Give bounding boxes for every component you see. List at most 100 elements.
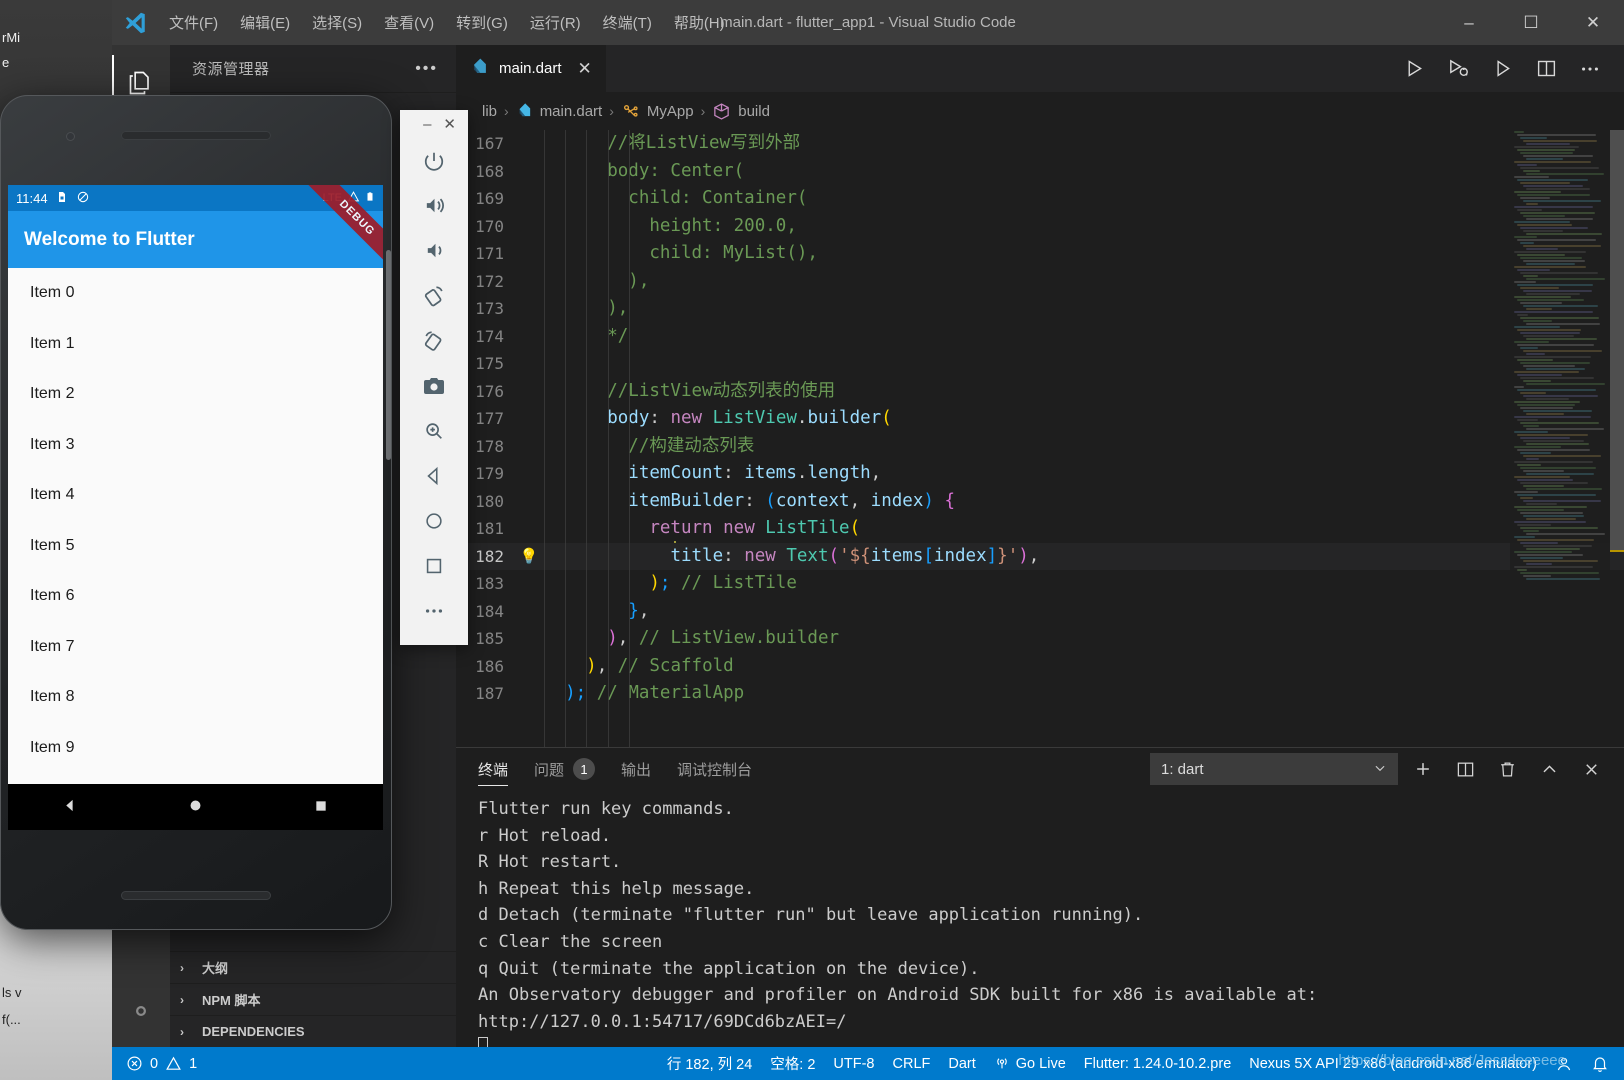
code-line[interactable]: 173 ), xyxy=(456,295,1624,323)
split-terminal-button[interactable] xyxy=(1448,752,1482,786)
status-flutter-version[interactable]: Flutter: 1.24.0-10.2.pre xyxy=(1075,1047,1241,1080)
list-item[interactable]: Item 4 xyxy=(8,470,383,521)
editor-vertical-scrollbar[interactable] xyxy=(1610,130,1624,747)
list-item[interactable]: Item 3 xyxy=(8,420,383,471)
more-actions-icon[interactable] xyxy=(1570,49,1610,89)
maximize-button[interactable]: ☐ xyxy=(1500,0,1562,45)
panel-tab-bar[interactable]: 终端 问题 1 输出 调试控制台 1: dart xyxy=(456,748,1624,790)
run-button[interactable] xyxy=(1394,49,1434,89)
split-editor-button[interactable] xyxy=(1526,49,1566,89)
status-eol[interactable]: CRLF xyxy=(884,1047,940,1080)
overview-icon[interactable] xyxy=(400,543,468,588)
panel-tab-terminal[interactable]: 终端 xyxy=(478,748,509,790)
terminal-output[interactable]: Flutter run key commands. r Hot reload. R … xyxy=(456,790,1624,1047)
emulator-screen[interactable]: 11:44 LTE Welcome to Flutter DEBUG Item … xyxy=(8,185,383,830)
code-line[interactable]: 171 child: MyList(), xyxy=(456,240,1624,268)
code-line[interactable]: 183 ); // ListTile xyxy=(456,570,1624,598)
list-item[interactable]: Item 2 xyxy=(8,369,383,420)
volume-up-icon[interactable] xyxy=(400,183,468,228)
code-line[interactable]: 176 //ListView动态列表的使用 xyxy=(456,378,1624,406)
status-go-live[interactable]: Go Live xyxy=(985,1047,1075,1080)
home-nav-icon[interactable] xyxy=(187,797,204,817)
code-line[interactable]: 169 child: Container( xyxy=(456,185,1624,213)
status-cursor-position[interactable]: 行 182, 列 24 xyxy=(658,1047,761,1080)
volume-down-icon[interactable] xyxy=(400,228,468,273)
code-line[interactable]: 182 💡 title: new Text('${items[index]}'), xyxy=(456,542,1624,571)
scrollbar-thumb[interactable] xyxy=(1610,130,1624,550)
code-line[interactable]: 168 body: Center( xyxy=(456,158,1624,186)
menu-item-run[interactable]: 运行(R) xyxy=(519,8,592,37)
sidebar-section-dependencies[interactable]: › DEPENDENCIES xyxy=(170,1015,456,1047)
flutter-list-view[interactable]: Item 0 Item 1 Item 2 Item 3 Item 4 Item 5 Item… xyxy=(8,268,383,824)
status-bar[interactable]: 0 1 行 182, 列 24 空格: 2 UTF-8 CRLF Dart Go… xyxy=(112,1047,1624,1080)
back-nav-icon[interactable] xyxy=(62,797,79,817)
android-navigation-bar[interactable] xyxy=(8,784,383,830)
menu-item-file[interactable]: 文件(F) xyxy=(158,8,229,37)
sidebar-section-npm-scripts[interactable]: › NPM 脚本 xyxy=(170,983,456,1015)
list-item[interactable]: Item 1 xyxy=(8,319,383,370)
status-right-group[interactable]: 行 182, 列 24 空格: 2 UTF-8 CRLF Dart Go Liv… xyxy=(658,1047,1624,1080)
close-button[interactable]: ✕ xyxy=(1562,0,1624,45)
close-icon[interactable]: ✕ xyxy=(572,59,592,79)
code-line[interactable]: 187 ); // MaterialApp xyxy=(456,680,1624,708)
sidebar-section-outline[interactable]: › 大纲 xyxy=(170,951,456,983)
new-terminal-button[interactable] xyxy=(1406,752,1440,786)
code-line[interactable]: 174 */ xyxy=(456,323,1624,351)
minimize-button[interactable]: – xyxy=(1438,0,1500,45)
code-line[interactable]: 178 //构建动态列表 xyxy=(456,433,1624,461)
list-item[interactable]: Item 8 xyxy=(8,672,383,723)
code-line[interactable]: 172 ), xyxy=(456,268,1624,296)
menu-item-help[interactable]: 帮助(H) xyxy=(663,8,736,37)
status-encoding[interactable]: UTF-8 xyxy=(824,1047,883,1080)
status-account-icon[interactable] xyxy=(1546,1047,1582,1080)
activity-bottom-group[interactable] xyxy=(112,983,170,1047)
maximize-panel-button[interactable] xyxy=(1532,752,1566,786)
emulator-minimize-button[interactable]: – xyxy=(423,116,431,133)
breadcrumb-item-main-dart[interactable]: main.dart xyxy=(540,103,603,120)
code-line[interactable]: 180 itemBuilder: (context, index) { xyxy=(456,488,1624,516)
emulator-toolbar-window-controls[interactable]: – ✕ xyxy=(400,110,468,138)
menu-item-go[interactable]: 转到(G) xyxy=(445,8,519,37)
menu-item-edit[interactable]: 编辑(E) xyxy=(229,8,301,37)
status-device[interactable]: Nexus 5X API 29 x86 (android-x86 emulato… xyxy=(1240,1047,1546,1080)
editor-minimap[interactable] xyxy=(1510,130,1610,747)
close-panel-button[interactable] xyxy=(1574,752,1608,786)
terminal-select-dropdown[interactable]: 1: dart xyxy=(1150,753,1398,785)
more-icon[interactable] xyxy=(400,588,468,633)
status-language-mode[interactable]: Dart xyxy=(939,1047,984,1080)
back-icon[interactable] xyxy=(400,453,468,498)
breadcrumb-item-myapp[interactable]: MyApp xyxy=(647,103,694,120)
menu-item-terminal[interactable]: 终端(T) xyxy=(592,8,663,37)
menu-bar[interactable]: 文件(F) 编辑(E) 选择(S) 查看(V) 转到(G) 运行(R) 终端(T… xyxy=(158,8,736,37)
quick-fix-lightbulb-icon[interactable]: 💡 xyxy=(514,543,544,571)
emulator-toolbar[interactable]: – ✕ xyxy=(400,110,468,645)
rotate-right-icon[interactable] xyxy=(400,318,468,363)
screenshot-camera-icon[interactable] xyxy=(400,363,468,408)
code-line[interactable]: 177 body: new ListView.builder( xyxy=(456,405,1624,433)
code-lines[interactable]: 167 //将ListView写到外部 168 body: Center(169 … xyxy=(456,130,1624,747)
run-and-debug-button[interactable] xyxy=(1438,49,1478,89)
run-without-debugging-button[interactable] xyxy=(1482,49,1522,89)
list-item[interactable]: Item 7 xyxy=(8,622,383,673)
menu-item-selection[interactable]: 选择(S) xyxy=(301,8,373,37)
breadcrumb-item-build[interactable]: build xyxy=(738,103,770,120)
code-line[interactable]: 179 itemCount: items.length, xyxy=(456,460,1624,488)
panel-tab-problems[interactable]: 问题 1 xyxy=(534,748,596,790)
window-controls[interactable]: – ☐ ✕ xyxy=(1438,0,1624,45)
rotate-left-icon[interactable] xyxy=(400,273,468,318)
code-line[interactable]: 184 }, xyxy=(456,598,1624,626)
list-item[interactable]: Item 9 xyxy=(8,723,383,774)
panel-tab-debug-console[interactable]: 调试控制台 xyxy=(677,748,752,790)
home-icon[interactable] xyxy=(400,498,468,543)
recents-nav-icon[interactable] xyxy=(313,798,329,817)
status-indentation[interactable]: 空格: 2 xyxy=(761,1047,824,1080)
sidebar-more-actions-icon[interactable]: ••• xyxy=(403,60,450,78)
list-item[interactable]: Item 0 xyxy=(8,268,383,319)
power-icon[interactable] xyxy=(400,138,468,183)
list-item[interactable]: Item 6 xyxy=(8,571,383,622)
status-problems[interactable]: 0 1 xyxy=(112,1055,197,1073)
code-line[interactable]: 181 return new ListTile( xyxy=(456,515,1624,543)
kill-terminal-button[interactable] xyxy=(1490,752,1524,786)
code-editor[interactable]: 167 //将ListView写到外部 168 body: Center(169 … xyxy=(456,130,1624,747)
editor-toolbar[interactable] xyxy=(1394,45,1624,92)
